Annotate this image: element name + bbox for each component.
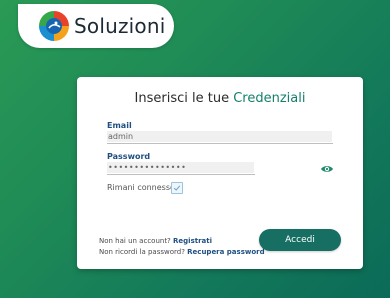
- login-button[interactable]: Accedi: [259, 229, 341, 251]
- email-label: Email: [107, 121, 132, 130]
- recover-password-link[interactable]: Recupera password: [187, 248, 264, 256]
- title-accent: Credenziali: [233, 91, 306, 106]
- brand-logo-icon: [39, 11, 69, 41]
- password-underline: [107, 174, 255, 175]
- recover-prompt: Non ricordi la password? Recupera passwo…: [99, 248, 265, 256]
- login-card: Inserisci le tue Credenziali Email admin…: [77, 77, 363, 269]
- eye-icon[interactable]: [320, 164, 334, 174]
- remember-me-checkbox[interactable]: [171, 182, 183, 194]
- brand-name: Soluzioni: [74, 14, 166, 38]
- register-prompt: Non hai un account? Registrati: [99, 237, 212, 245]
- register-link[interactable]: Registrati: [173, 237, 212, 245]
- password-field[interactable]: •••••••••••••••: [107, 162, 254, 173]
- password-label: Password: [107, 152, 151, 161]
- checkmark-icon: [173, 185, 181, 191]
- title-prefix: Inserisci le tue: [134, 91, 230, 106]
- login-title: Inserisci le tue Credenziali: [77, 91, 363, 106]
- no-account-text: Non hai un account?: [99, 237, 171, 245]
- email-underline: [107, 143, 333, 144]
- forgot-password-text: Non ricordi la password?: [99, 248, 185, 256]
- email-field[interactable]: admin: [107, 131, 332, 142]
- remember-me-label: Rimani connesso: [107, 183, 175, 192]
- brand-header: Soluzioni: [18, 4, 174, 48]
